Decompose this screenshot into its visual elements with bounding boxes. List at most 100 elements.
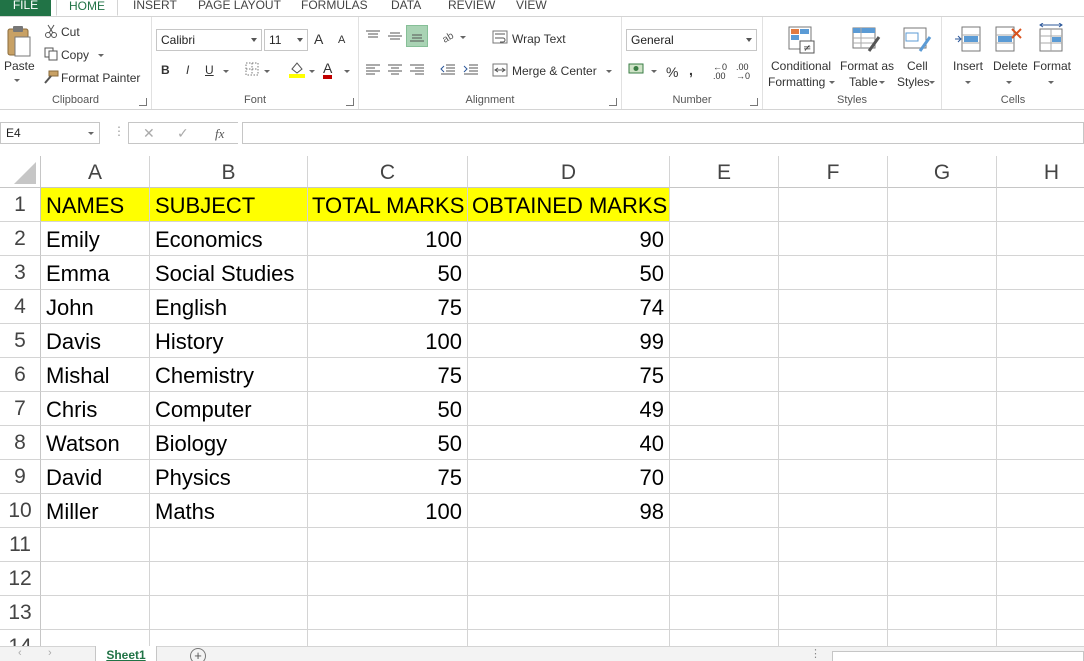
column-header-e[interactable]: E [670, 156, 779, 188]
empty-cell[interactable] [888, 528, 997, 562]
empty-cell[interactable] [670, 222, 779, 256]
empty-cell[interactable] [888, 494, 997, 528]
table-cell[interactable]: Maths [150, 494, 308, 528]
empty-cell[interactable] [150, 528, 308, 562]
clipboard-launcher-icon[interactable] [139, 98, 147, 106]
font-name-dropdown[interactable]: Calibri [156, 29, 262, 51]
empty-cell[interactable] [779, 460, 888, 494]
table-cell[interactable]: 75 [308, 290, 468, 324]
row-header-8[interactable]: 8 [0, 426, 41, 460]
alignment-launcher-icon[interactable] [609, 98, 617, 106]
empty-cell[interactable] [997, 630, 1084, 646]
table-cell[interactable]: 100 [308, 494, 468, 528]
empty-cell[interactable] [997, 256, 1084, 290]
empty-cell[interactable] [670, 392, 779, 426]
tab-page-layout[interactable]: PAGE LAYOUT [198, 0, 281, 16]
comma-style-button[interactable]: , [689, 62, 693, 78]
empty-cell[interactable] [997, 358, 1084, 392]
tab-home[interactable]: HOME [56, 0, 118, 16]
merge-dropdown-icon[interactable] [606, 70, 612, 73]
table-cell[interactable]: 50 [308, 426, 468, 460]
table-cell[interactable]: Davis [41, 324, 150, 358]
empty-cell[interactable] [670, 188, 779, 222]
increase-indent-icon[interactable] [463, 64, 479, 79]
table-cell[interactable]: 50 [308, 392, 468, 426]
table-cell[interactable]: Chemistry [150, 358, 308, 392]
table-cell[interactable]: 49 [468, 392, 670, 426]
empty-cell[interactable] [41, 630, 150, 646]
empty-cell[interactable] [888, 630, 997, 646]
row-header-7[interactable]: 7 [0, 392, 41, 426]
accounting-dropdown-icon[interactable] [651, 70, 657, 73]
merge-center-button[interactable]: Merge & Center [512, 64, 597, 78]
empty-cell[interactable] [888, 596, 997, 630]
empty-cell[interactable] [997, 562, 1084, 596]
align-top-icon[interactable] [365, 29, 381, 46]
accounting-format-icon[interactable] [628, 62, 646, 79]
empty-cell[interactable] [670, 596, 779, 630]
copy-icon[interactable] [44, 47, 58, 64]
cut-icon[interactable] [44, 24, 58, 41]
row-header-9[interactable]: 9 [0, 460, 41, 494]
conditional-formatting-icon[interactable]: ≠ [787, 25, 817, 58]
copy-button[interactable]: Copy [61, 48, 89, 62]
empty-cell[interactable] [997, 290, 1084, 324]
empty-cell[interactable] [779, 392, 888, 426]
align-center-icon[interactable] [387, 64, 403, 79]
empty-cell[interactable] [997, 222, 1084, 256]
delete-button[interactable]: Delete [993, 59, 1028, 73]
empty-cell[interactable] [670, 562, 779, 596]
cell-styles-icon[interactable] [902, 25, 932, 58]
conditional-formatting-label-2[interactable]: Formatting [768, 75, 825, 89]
table-cell[interactable]: 70 [468, 460, 670, 494]
tab-file[interactable]: FILE [0, 0, 51, 16]
italic-button[interactable]: I [186, 63, 189, 77]
format-cells-icon[interactable] [1036, 22, 1066, 56]
row-header-2[interactable]: 2 [0, 222, 41, 256]
fill-color-dropdown-icon[interactable] [309, 70, 315, 73]
format-painter-button[interactable]: Format Painter [61, 71, 140, 85]
table-cell[interactable]: David [41, 460, 150, 494]
insert-cells-icon[interactable] [954, 25, 982, 56]
column-header-g[interactable]: G [888, 156, 997, 188]
cell-styles-label-2[interactable]: Styles [897, 75, 930, 89]
table-header-cell[interactable]: NAMES [41, 188, 150, 222]
formula-input[interactable] [242, 122, 1084, 144]
row-header-11[interactable]: 11 [0, 528, 41, 562]
empty-cell[interactable] [308, 630, 468, 646]
fill-color-icon[interactable] [288, 60, 306, 81]
tab-review[interactable]: REVIEW [448, 0, 495, 16]
empty-cell[interactable] [888, 426, 997, 460]
empty-cell[interactable] [150, 630, 308, 646]
borders-icon[interactable] [245, 62, 259, 79]
table-cell[interactable]: 40 [468, 426, 670, 460]
select-all-button[interactable] [0, 156, 41, 188]
row-header-4[interactable]: 4 [0, 290, 41, 324]
format-as-table-label[interactable]: Format as [840, 59, 894, 73]
grow-font-button[interactable]: A [314, 31, 323, 47]
empty-cell[interactable] [779, 426, 888, 460]
row-header-14[interactable]: 14 [0, 630, 41, 646]
orientation-dropdown-icon[interactable] [460, 36, 466, 39]
empty-cell[interactable] [670, 460, 779, 494]
format-as-table-icon[interactable] [851, 25, 881, 58]
empty-cell[interactable] [997, 426, 1084, 460]
tab-insert[interactable]: INSERT [133, 0, 177, 16]
font-size-dropdown[interactable]: 11 [264, 29, 308, 51]
conditional-dropdown-icon[interactable] [829, 81, 835, 84]
empty-cell[interactable] [670, 256, 779, 290]
format-dropdown-icon[interactable] [1048, 81, 1054, 84]
empty-cell[interactable] [150, 596, 308, 630]
empty-cell[interactable] [779, 528, 888, 562]
tab-view[interactable]: VIEW [516, 0, 547, 16]
empty-cell[interactable] [888, 290, 997, 324]
empty-cell[interactable] [779, 562, 888, 596]
table-cell[interactable]: Emily [41, 222, 150, 256]
empty-cell[interactable] [670, 494, 779, 528]
tab-data[interactable]: DATA [391, 0, 421, 16]
empty-cell[interactable] [468, 630, 670, 646]
cut-button[interactable]: Cut [61, 25, 80, 39]
table-cell[interactable]: Biology [150, 426, 308, 460]
empty-cell[interactable] [997, 392, 1084, 426]
table-cell[interactable]: 90 [468, 222, 670, 256]
